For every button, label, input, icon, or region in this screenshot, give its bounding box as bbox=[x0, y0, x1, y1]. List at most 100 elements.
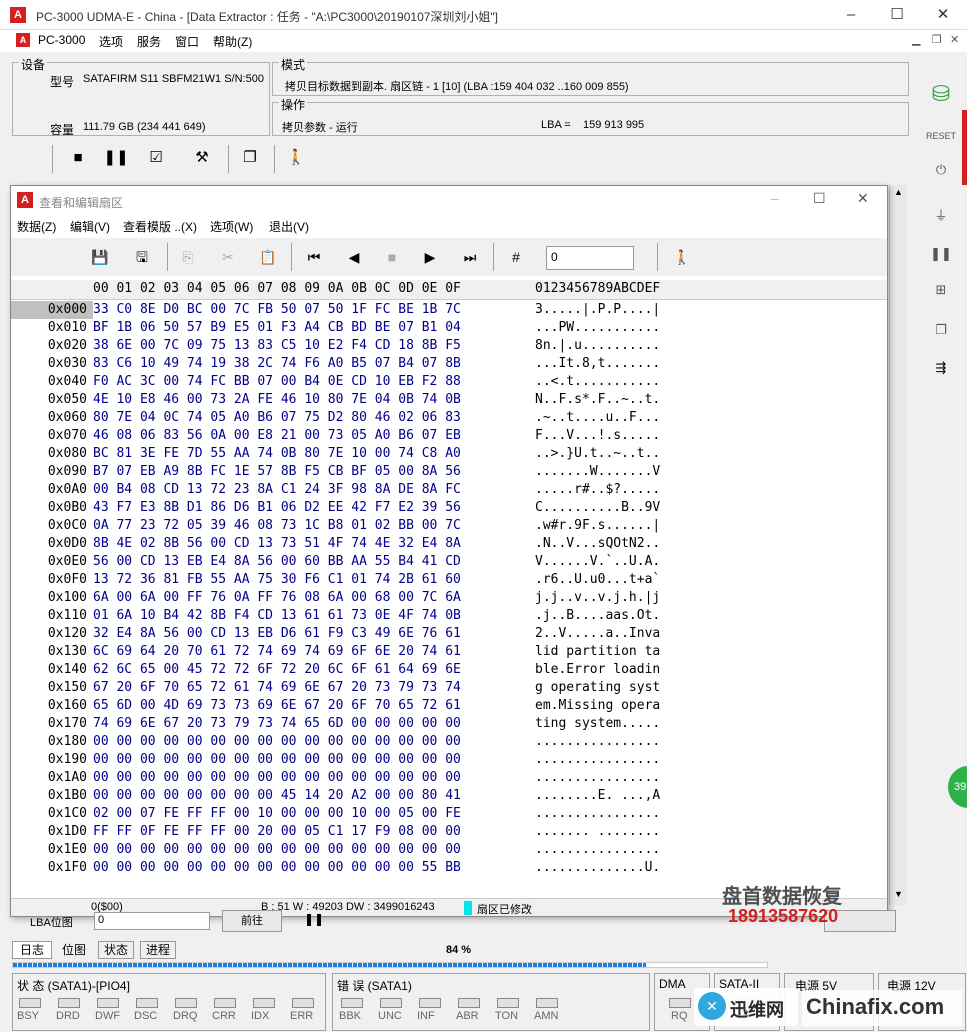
hex-row[interactable]: 0x050 4E 10 E8 46 00 73 2A FE 46 10 80 7E… bbox=[11, 391, 887, 409]
maximize-button[interactable]: ☐ bbox=[874, 0, 920, 30]
hex-row[interactable]: 0x110 01 6A 10 B4 42 8B F4 CD 13 61 61 73… bbox=[11, 607, 887, 625]
analysis-icon[interactable]: ⊞ bbox=[926, 276, 956, 304]
tab-bitmap[interactable]: 位图 bbox=[56, 941, 92, 959]
next-sector-icon[interactable]: ▶ bbox=[415, 243, 445, 271]
menu-pc3000[interactable]: PC-3000 bbox=[38, 33, 85, 47]
row-ascii[interactable]: ........E. ...,A bbox=[535, 787, 660, 805]
row-hex[interactable]: 65 6D 00 4D 69 73 73 69 6E 67 20 6F 70 6… bbox=[93, 697, 461, 715]
row-hex[interactable]: B7 07 EB A9 8B FC 1E 57 8B F5 CB BF 05 0… bbox=[93, 463, 461, 481]
hex-row[interactable]: 0x090 B7 07 EB A9 8B FC 1E 57 8B F5 CB BF… bbox=[11, 463, 887, 481]
row-ascii[interactable]: ................ bbox=[535, 751, 660, 769]
scroll-down-icon[interactable]: ▼ bbox=[894, 889, 903, 899]
menu-options[interactable]: 选项 bbox=[99, 33, 123, 50]
hex-grid[interactable]: 0x000 33 C0 8E D0 BC 00 7C FB 50 07 50 1F… bbox=[11, 301, 887, 877]
row-hex[interactable]: 13 72 36 81 FB 55 AA 75 30 F6 C1 01 74 2… bbox=[93, 571, 461, 589]
tab-log[interactable]: 日志 bbox=[12, 941, 52, 959]
scroll-up-icon[interactable]: ▲ bbox=[894, 187, 903, 197]
hex-row[interactable]: 0x1A0 00 00 00 00 00 00 00 00 00 00 00 00… bbox=[11, 769, 887, 787]
hex-row[interactable]: 0x0E0 56 00 CD 13 EB E4 8A 56 00 60 BB AA… bbox=[11, 553, 887, 571]
row-ascii[interactable]: .~..t....u..F... bbox=[535, 409, 660, 427]
row-hex[interactable]: 83 C6 10 49 74 19 38 2C 74 F6 A0 B5 07 B… bbox=[93, 355, 461, 373]
row-hex[interactable]: 6C 69 64 20 70 61 72 74 69 74 69 6F 6E 2… bbox=[93, 643, 461, 661]
row-hex[interactable]: 00 00 00 00 00 00 00 00 00 00 00 00 00 0… bbox=[93, 751, 461, 769]
hex-row[interactable]: 0x010 BF 1B 06 50 57 B9 E5 01 F3 A4 CB BD… bbox=[11, 319, 887, 337]
row-ascii[interactable]: .N..V...sQOtN2.. bbox=[535, 535, 660, 553]
row-ascii[interactable]: .j..B....aas.Ot. bbox=[535, 607, 660, 625]
editor-menu-exit[interactable]: 退出(V) bbox=[269, 218, 309, 235]
row-ascii[interactable]: ................ bbox=[535, 769, 660, 787]
editor-minimize-button[interactable]: – bbox=[771, 190, 779, 206]
paste-icon[interactable]: 📋 bbox=[253, 243, 283, 271]
connector-icon[interactable]: ⇶ bbox=[926, 354, 956, 382]
hex-row[interactable]: 0x1E0 00 00 00 00 00 00 00 00 00 00 00 00… bbox=[11, 841, 887, 859]
hex-row[interactable]: 0x180 00 00 00 00 00 00 00 00 00 00 00 00… bbox=[11, 733, 887, 751]
save-all-icon[interactable]: 🖫 bbox=[127, 243, 157, 271]
check-button[interactable]: ☑ bbox=[142, 145, 170, 171]
reset-button[interactable]: RESET bbox=[926, 122, 956, 150]
row-hex[interactable]: 00 00 00 00 00 00 00 00 00 00 00 00 00 0… bbox=[93, 841, 461, 859]
copy-icon[interactable]: ❐ bbox=[926, 316, 956, 344]
close-button[interactable]: ✕ bbox=[920, 0, 966, 30]
row-ascii[interactable]: ................ bbox=[535, 841, 660, 859]
hex-row[interactable]: 0x120 32 E4 8A 56 00 CD 13 EB D6 61 F9 C3… bbox=[11, 625, 887, 643]
row-ascii[interactable]: ...It.8,t....... bbox=[535, 355, 660, 373]
row-ascii[interactable]: .r6..U.u0...t+a` bbox=[535, 571, 660, 589]
pc3000-menu-icon[interactable]: A bbox=[16, 33, 30, 47]
row-ascii[interactable]: g operating syst bbox=[535, 679, 660, 697]
row-hex[interactable]: 43 F7 E3 8B D1 86 D6 B1 06 D2 EE 42 F7 E… bbox=[93, 499, 461, 517]
stop-icon[interactable]: ■ bbox=[377, 243, 407, 271]
hex-row[interactable]: 0x190 00 00 00 00 00 00 00 00 00 00 00 00… bbox=[11, 751, 887, 769]
editor-menu-options[interactable]: 选项(W) bbox=[210, 218, 253, 235]
sector-number-input[interactable]: 0 bbox=[546, 246, 634, 270]
hex-row[interactable]: 0x170 74 69 6E 67 20 73 79 73 74 65 6D 00… bbox=[11, 715, 887, 733]
row-ascii[interactable]: ble.Error loadin bbox=[535, 661, 660, 679]
row-hex[interactable]: 02 00 07 FE FF FF 00 10 00 00 00 10 00 0… bbox=[93, 805, 461, 823]
hex-row[interactable]: 0x1B0 00 00 00 00 00 00 00 00 45 14 20 A2… bbox=[11, 787, 887, 805]
row-hex[interactable]: 56 00 CD 13 EB E4 8A 56 00 60 BB AA 55 B… bbox=[93, 553, 461, 571]
database-icon[interactable]: ⛁ bbox=[926, 80, 956, 108]
hex-row[interactable]: 0x0F0 13 72 36 81 FB 55 AA 75 30 F6 C1 01… bbox=[11, 571, 887, 589]
row-ascii[interactable]: ................ bbox=[535, 733, 660, 751]
menu-service[interactable]: 服务 bbox=[137, 33, 161, 50]
hex-row[interactable]: 0x150 67 20 6F 70 65 72 61 74 69 6E 67 20… bbox=[11, 679, 887, 697]
cut-icon[interactable]: ✂ bbox=[213, 243, 243, 271]
editor-close-button[interactable]: ✕ bbox=[857, 190, 869, 207]
hex-row[interactable]: 0x0B0 43 F7 E3 8B D1 86 D6 B1 06 D2 EE 42… bbox=[11, 499, 887, 517]
hex-row[interactable]: 0x0D0 8B 4E 02 8B 56 00 CD 13 73 51 4F 74… bbox=[11, 535, 887, 553]
pause-button[interactable]: ❚❚ bbox=[102, 145, 130, 171]
row-hex[interactable]: BC 81 3E FE 7D 55 AA 74 0B 80 7E 10 00 7… bbox=[93, 445, 461, 463]
editor-exit-icon[interactable]: 🚶 bbox=[667, 243, 697, 271]
plug-icon[interactable]: ⏚ bbox=[926, 202, 956, 230]
hex-row[interactable]: 0x1D0 FF FF 0F FE FF FF 00 20 00 05 C1 17… bbox=[11, 823, 887, 841]
tab-process[interactable]: 进程 bbox=[140, 941, 176, 959]
menu-help[interactable]: 帮助(Z) bbox=[213, 33, 252, 50]
hex-row[interactable]: 0x100 6A 00 6A 00 FF 76 0A FF 76 08 6A 00… bbox=[11, 589, 887, 607]
hex-row[interactable]: 0x140 62 6C 65 00 45 72 72 6F 72 20 6C 6F… bbox=[11, 661, 887, 679]
row-hex[interactable]: 67 20 6F 70 65 72 61 74 69 6E 67 20 73 7… bbox=[93, 679, 461, 697]
row-ascii[interactable]: ..<.t........... bbox=[535, 373, 660, 391]
row-hex[interactable]: 62 6C 65 00 45 72 72 6F 72 20 6C 6F 61 6… bbox=[93, 661, 461, 679]
row-hex[interactable]: 6A 00 6A 00 FF 76 0A FF 76 08 6A 00 68 0… bbox=[93, 589, 461, 607]
row-ascii[interactable]: ................ bbox=[535, 805, 660, 823]
row-ascii[interactable]: ...PW........... bbox=[535, 319, 660, 337]
pause-icon[interactable]: ❚❚ bbox=[926, 240, 956, 268]
side-float-badge[interactable]: 39 bbox=[948, 766, 967, 808]
hex-row[interactable]: 0x0A0 00 B4 08 CD 13 72 23 8A C1 24 3F 98… bbox=[11, 481, 887, 499]
row-hex[interactable]: 8B 4E 02 8B 56 00 CD 13 73 51 4F 74 4E 3… bbox=[93, 535, 461, 553]
lba-pause-icon[interactable]: ❚❚ bbox=[304, 912, 324, 926]
row-ascii[interactable]: 2..V.....a..Inva bbox=[535, 625, 660, 643]
hex-row[interactable]: 0x040 F0 AC 3C 00 74 FC BB 07 00 B4 0E CD… bbox=[11, 373, 887, 391]
row-hex[interactable]: 00 B4 08 CD 13 72 23 8A C1 24 3F 98 8A D… bbox=[93, 481, 461, 499]
row-hex[interactable]: 80 7E 04 0C 74 05 A0 B6 07 75 D2 80 46 0… bbox=[93, 409, 461, 427]
tools-button[interactable]: ⚒ bbox=[188, 145, 216, 171]
hex-row[interactable]: 0x1F0 00 00 00 00 00 00 00 00 00 00 00 00… bbox=[11, 859, 887, 877]
hex-row[interactable]: 0x070 46 08 06 83 56 0A 00 E8 21 00 73 05… bbox=[11, 427, 887, 445]
mdi-close-icon[interactable]: ✕ bbox=[950, 33, 959, 46]
row-hex[interactable]: FF FF 0F FE FF FF 00 20 00 05 C1 17 F9 0… bbox=[93, 823, 461, 841]
row-hex[interactable]: 00 00 00 00 00 00 00 00 00 00 00 00 00 0… bbox=[93, 769, 461, 787]
row-ascii[interactable]: .....r#..$?..... bbox=[535, 481, 660, 499]
row-hex[interactable]: 32 E4 8A 56 00 CD 13 EB D6 61 F9 C3 49 6… bbox=[93, 625, 461, 643]
row-ascii[interactable]: lid partition ta bbox=[535, 643, 660, 661]
mdi-restore-icon[interactable]: ❐ bbox=[932, 33, 942, 46]
row-hex[interactable]: 74 69 6E 67 20 73 79 73 74 65 6D 00 00 0… bbox=[93, 715, 461, 733]
